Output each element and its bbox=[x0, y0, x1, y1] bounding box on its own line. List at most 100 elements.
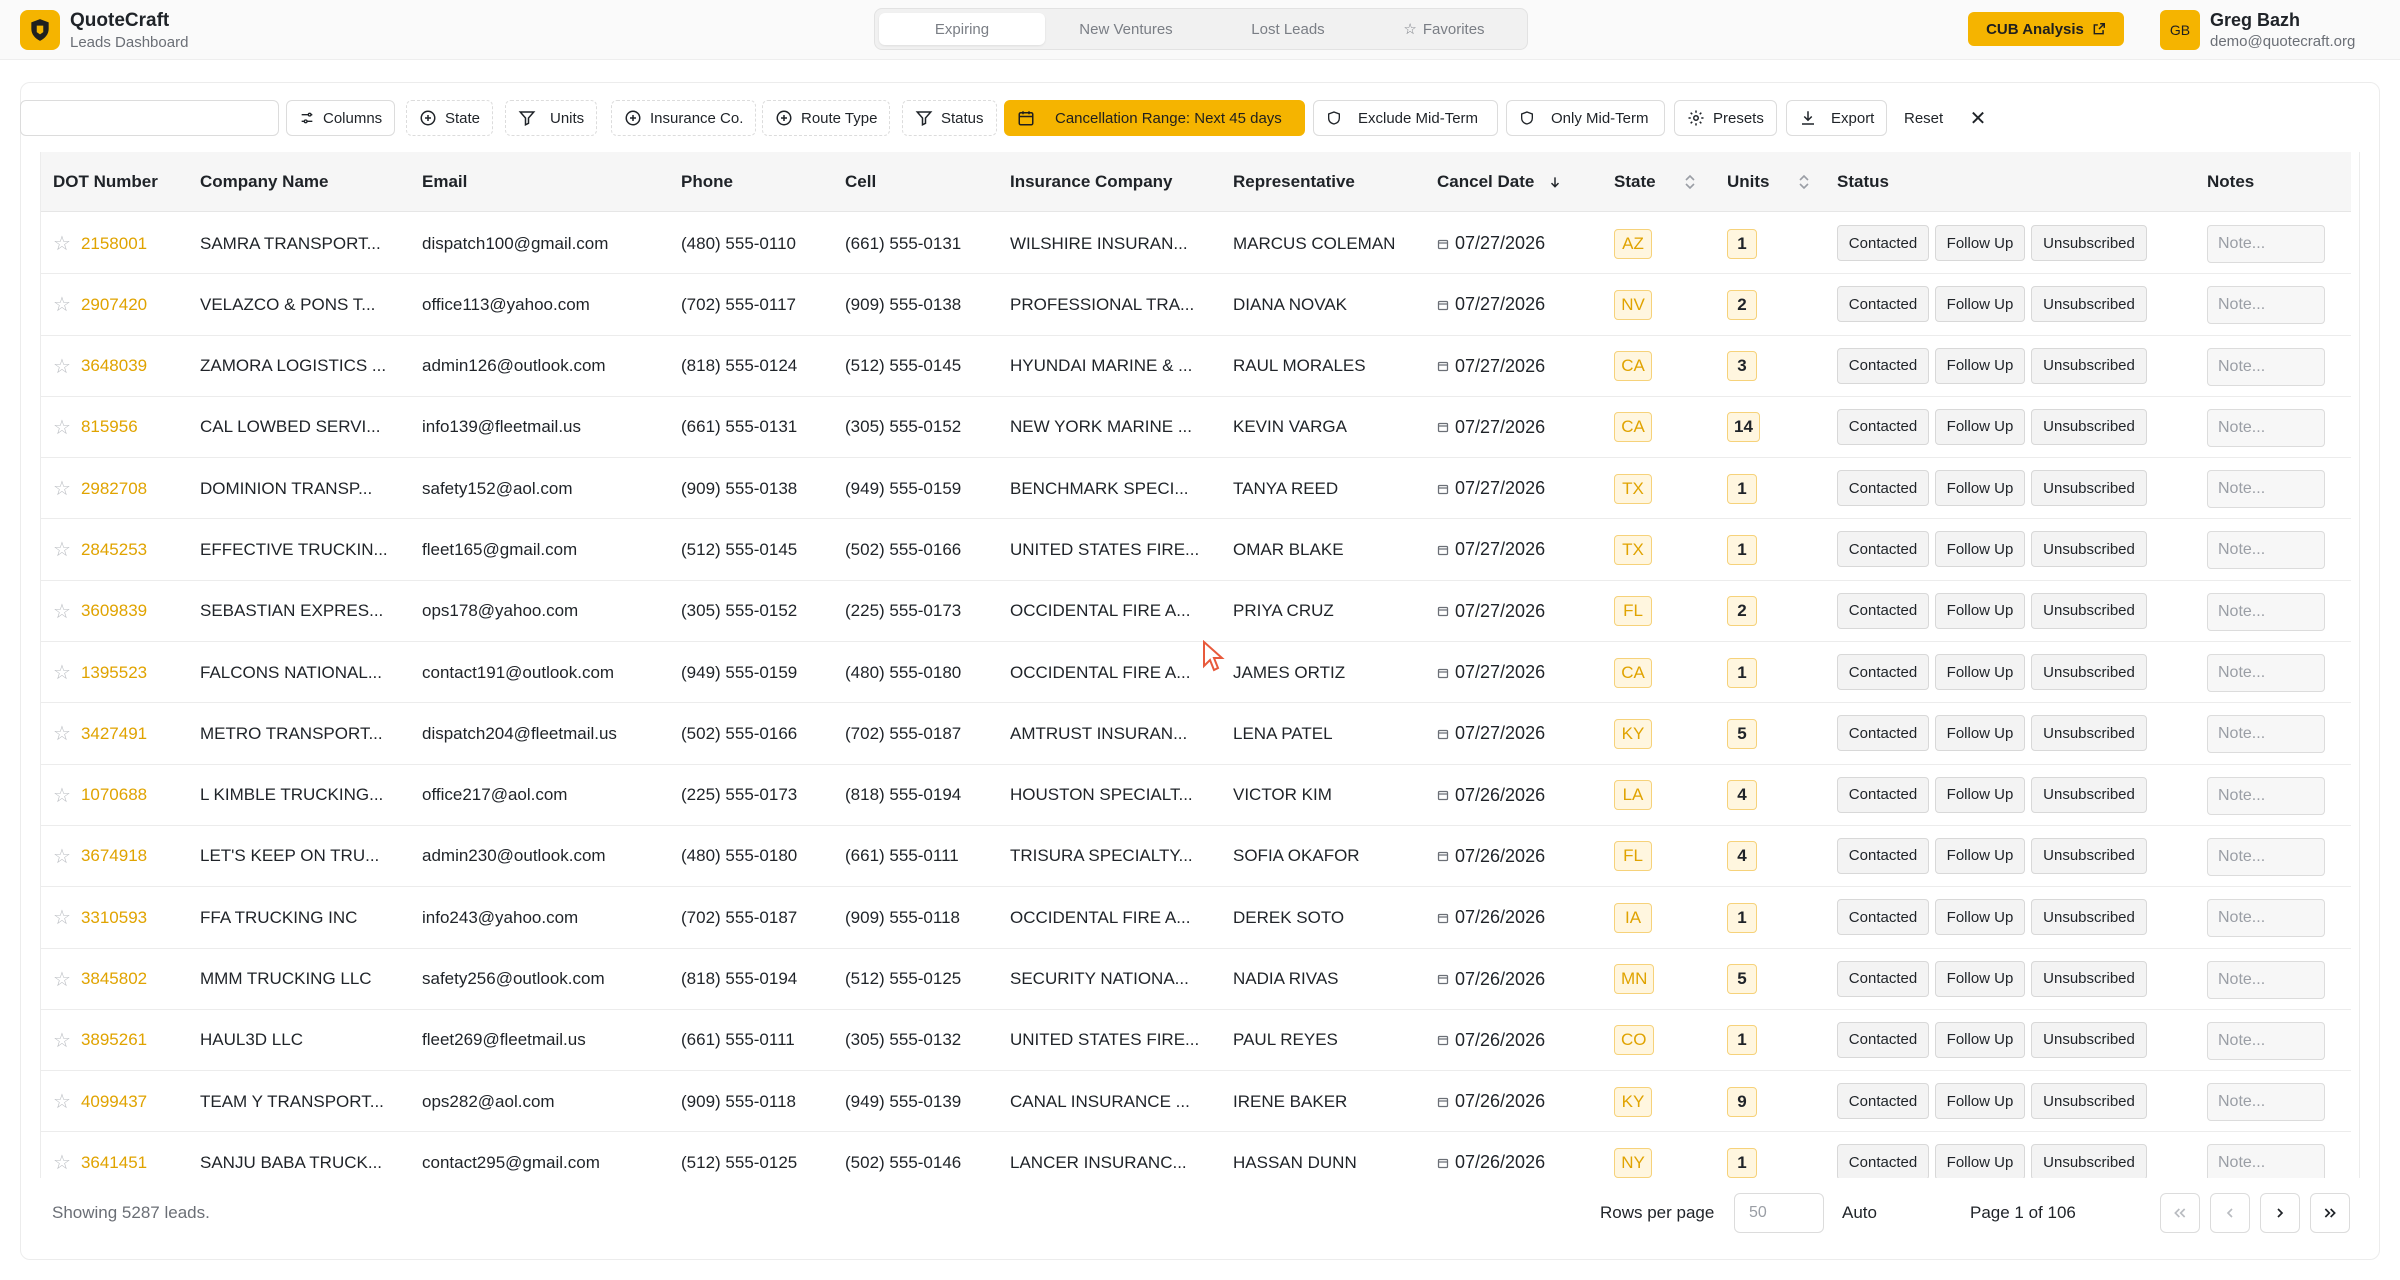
follow-up-button[interactable]: Follow Up bbox=[1935, 286, 2025, 323]
avatar[interactable]: GB bbox=[2160, 10, 2200, 50]
table-row[interactable]: ☆ 3310593 FFA TRUCKING INC info243@yahoo.c… bbox=[41, 887, 2351, 949]
tab-lost-leads[interactable]: Lost Leads bbox=[1207, 13, 1369, 45]
col-company-name[interactable]: Company Name bbox=[200, 152, 328, 212]
exclude-mid-term-button[interactable]: Exclude Mid-Term bbox=[1313, 100, 1498, 136]
star-icon[interactable]: ☆ bbox=[53, 721, 71, 746]
col-email[interactable]: Email bbox=[422, 152, 467, 212]
follow-up-button[interactable]: Follow Up bbox=[1935, 1144, 2025, 1178]
star-icon[interactable]: ☆ bbox=[53, 415, 71, 440]
table-row[interactable]: ☆ 3845802 MMM TRUCKING LLC safety256@outlo… bbox=[41, 949, 2351, 1010]
unsubscribed-button[interactable]: Unsubscribed bbox=[2031, 1083, 2147, 1120]
table-row[interactable]: ☆ 3674918 LET'S KEEP ON TRU... admin230@ou… bbox=[41, 826, 2351, 888]
follow-up-button[interactable]: Follow Up bbox=[1935, 1021, 2025, 1058]
status-filter-button[interactable]: Status bbox=[902, 100, 997, 136]
note-input[interactable]: Note... bbox=[2207, 347, 2325, 386]
dot-number-link[interactable]: 3895261 bbox=[81, 1030, 147, 1050]
note-input[interactable]: Note... bbox=[2207, 225, 2325, 263]
dot-number-link[interactable]: 3310593 bbox=[81, 908, 147, 928]
dot-number-link[interactable]: 3427491 bbox=[81, 724, 147, 744]
state-filter-button[interactable]: State bbox=[406, 100, 494, 136]
contacted-button[interactable]: Contacted bbox=[1837, 899, 1929, 936]
unsubscribed-button[interactable]: Unsubscribed bbox=[2031, 470, 2147, 507]
col-phone[interactable]: Phone bbox=[681, 152, 733, 212]
dot-number-link[interactable]: 815956 bbox=[81, 417, 138, 437]
star-icon[interactable]: ☆ bbox=[53, 292, 71, 317]
note-input[interactable]: Note... bbox=[2207, 899, 2325, 938]
contacted-button[interactable]: Contacted bbox=[1837, 531, 1929, 568]
table-row[interactable]: ☆ 1070688 L KIMBLE TRUCKING... office217@a… bbox=[41, 765, 2351, 826]
columns-button[interactable]: Columns bbox=[286, 100, 396, 136]
note-input[interactable]: Note... bbox=[2207, 715, 2325, 754]
note-input[interactable]: Note... bbox=[2207, 837, 2325, 876]
col-cancel-date[interactable]: Cancel Date bbox=[1437, 152, 1562, 212]
star-icon[interactable]: ☆ bbox=[53, 1089, 71, 1114]
contacted-button[interactable]: Contacted bbox=[1837, 347, 1929, 384]
dot-number-link[interactable]: 3641451 bbox=[81, 1153, 147, 1173]
note-input[interactable]: Note... bbox=[2207, 960, 2325, 999]
star-icon[interactable]: ☆ bbox=[53, 905, 71, 930]
col-cell[interactable]: Cell bbox=[845, 152, 876, 212]
star-icon[interactable]: ☆ bbox=[53, 967, 71, 992]
dot-number-link[interactable]: 4099437 bbox=[81, 1092, 147, 1112]
contacted-button[interactable]: Contacted bbox=[1837, 715, 1929, 752]
rows-per-page-select[interactable]: 50 bbox=[1734, 1193, 1824, 1233]
star-icon[interactable]: ☆ bbox=[53, 844, 71, 869]
follow-up-button[interactable]: Follow Up bbox=[1935, 347, 2025, 384]
note-input[interactable]: Note... bbox=[2207, 1083, 2325, 1122]
contacted-button[interactable]: Contacted bbox=[1837, 960, 1929, 997]
col-units[interactable]: Units bbox=[1727, 152, 1810, 212]
note-input[interactable]: Note... bbox=[2207, 470, 2325, 509]
star-icon[interactable]: ☆ bbox=[53, 783, 71, 808]
unsubscribed-button[interactable]: Unsubscribed bbox=[2031, 531, 2147, 568]
table-row[interactable]: ☆ 1395523 FALCONS NATIONAL... contact191@o… bbox=[41, 642, 2351, 704]
col-representative[interactable]: Representative bbox=[1233, 152, 1355, 212]
dot-number-link[interactable]: 2158001 bbox=[81, 234, 147, 254]
note-input[interactable]: Note... bbox=[2207, 408, 2325, 447]
table-row[interactable]: ☆ 3609839 SEBASTIAN EXPRES... ops178@yahoo… bbox=[41, 581, 2351, 643]
export-button[interactable]: Export bbox=[1786, 100, 1888, 136]
dot-number-link[interactable]: 1070688 bbox=[81, 785, 147, 805]
follow-up-button[interactable]: Follow Up bbox=[1935, 776, 2025, 813]
table-row[interactable]: ☆ 2158001 SAMRA TRANSPORT... dispatch100@g… bbox=[41, 213, 2351, 275]
col-state[interactable]: State bbox=[1614, 152, 1696, 212]
contacted-button[interactable]: Contacted bbox=[1837, 1144, 1929, 1178]
note-input[interactable]: Note... bbox=[2207, 531, 2325, 570]
contacted-button[interactable]: Contacted bbox=[1837, 1021, 1929, 1058]
table-row[interactable]: ☆ 2982708 DOMINION TRANSP... safety152@aol… bbox=[41, 458, 2351, 520]
star-icon[interactable]: ☆ bbox=[53, 354, 71, 379]
contacted-button[interactable]: Contacted bbox=[1837, 592, 1929, 629]
unsubscribed-button[interactable]: Unsubscribed bbox=[2031, 899, 2147, 936]
follow-up-button[interactable]: Follow Up bbox=[1935, 1083, 2025, 1120]
unsubscribed-button[interactable]: Unsubscribed bbox=[2031, 408, 2147, 445]
table-row[interactable]: ☆ 2845253 EFFECTIVE TRUCKIN... fleet165@gm… bbox=[41, 519, 2351, 581]
contacted-button[interactable]: Contacted bbox=[1837, 654, 1929, 691]
tab-new-ventures[interactable]: New Ventures bbox=[1045, 13, 1207, 45]
contacted-button[interactable]: Contacted bbox=[1837, 470, 1929, 507]
follow-up-button[interactable]: Follow Up bbox=[1935, 715, 2025, 752]
star-icon[interactable]: ☆ bbox=[53, 476, 71, 501]
follow-up-button[interactable]: Follow Up bbox=[1935, 654, 2025, 691]
unsubscribed-button[interactable]: Unsubscribed bbox=[2031, 960, 2147, 997]
unsubscribed-button[interactable]: Unsubscribed bbox=[2031, 347, 2147, 384]
unsubscribed-button[interactable]: Unsubscribed bbox=[2031, 776, 2147, 813]
dot-number-link[interactable]: 3609839 bbox=[81, 601, 147, 621]
star-icon[interactable]: ☆ bbox=[53, 1028, 71, 1053]
star-icon[interactable]: ☆ bbox=[53, 660, 71, 685]
contacted-button[interactable]: Contacted bbox=[1837, 837, 1929, 874]
follow-up-button[interactable]: Follow Up bbox=[1935, 225, 2025, 261]
contacted-button[interactable]: Contacted bbox=[1837, 225, 1929, 261]
contacted-button[interactable]: Contacted bbox=[1837, 776, 1929, 813]
contacted-button[interactable]: Contacted bbox=[1837, 286, 1929, 323]
table-row[interactable]: ☆ 3641451 SANJU BABA TRUCK... contact295@g… bbox=[41, 1132, 2351, 1178]
unsubscribed-button[interactable]: Unsubscribed bbox=[2031, 654, 2147, 691]
unsubscribed-button[interactable]: Unsubscribed bbox=[2031, 715, 2147, 752]
cub-analysis-button[interactable]: CUB Analysis bbox=[1968, 12, 2124, 46]
table-row[interactable]: ☆ 3648039 ZAMORA LOGISTICS ... admin126@ou… bbox=[41, 336, 2351, 397]
close-icon[interactable]: ✕ bbox=[1968, 100, 1988, 136]
unsubscribed-button[interactable]: Unsubscribed bbox=[2031, 286, 2147, 323]
dot-number-link[interactable]: 3674918 bbox=[81, 846, 147, 866]
follow-up-button[interactable]: Follow Up bbox=[1935, 531, 2025, 568]
tab-favorites[interactable]: ☆ Favorites bbox=[1369, 13, 1519, 45]
contacted-button[interactable]: Contacted bbox=[1837, 1083, 1929, 1120]
app-logo[interactable] bbox=[20, 10, 60, 50]
